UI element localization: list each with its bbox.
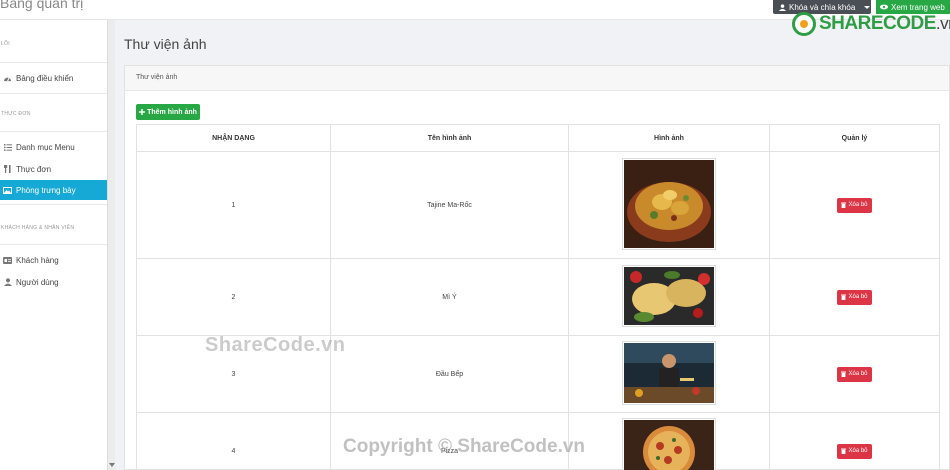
add-image-label: Thêm hình ảnh: [147, 108, 197, 116]
trash-icon: [841, 294, 847, 300]
cell-id: 2: [136, 258, 331, 336]
copyright-watermark: Copyright © ShareCode.vn: [343, 436, 586, 457]
sidebar-item-label: Khách hàng: [16, 255, 59, 265]
cell-actions: Xóa bỏ: [769, 335, 940, 413]
trash-icon: [841, 202, 847, 208]
sidebar-item-label: Người dùng: [16, 277, 59, 287]
divider: [0, 131, 107, 132]
table-header-row: NHẬN DẠNG Tên hình ảnh Hình ảnh Quản lý: [136, 124, 940, 152]
sidebar-item-menu[interactable]: Thực đơn: [0, 159, 107, 179]
delete-button[interactable]: Xóa bỏ: [837, 289, 872, 305]
scroll-down-arrow-icon[interactable]: [109, 463, 115, 467]
view-website-label: Xem trang web: [891, 2, 945, 12]
trash-icon: [841, 448, 847, 454]
chef-photo: [622, 341, 716, 405]
logo-text: SHARECODE.vn: [819, 13, 950, 34]
plus-icon: [139, 109, 146, 115]
brand-title[interactable]: Bảng quản trị: [0, 0, 83, 11]
cell-image: [568, 151, 770, 259]
sidebar-item-gallery[interactable]: Phòng trưng bày: [0, 180, 107, 200]
sharecode-watermark: ShareCode.vn: [205, 334, 346, 356]
delete-label: Xóa bỏ: [848, 371, 868, 377]
column-header-image-name: Tên hình ảnh: [330, 124, 569, 152]
add-image-button[interactable]: Thêm hình ảnh: [136, 104, 200, 120]
delete-label: Xóa bỏ: [848, 294, 868, 300]
cell-actions: Xóa bỏ: [769, 258, 940, 336]
divider: [0, 93, 107, 94]
cell-actions: Xóa bỏ: [769, 151, 940, 259]
card-header: Thư viện ảnh: [125, 66, 949, 91]
cell-id: 4: [136, 412, 331, 470]
lock-key-label: Khóa và chìa khóa: [789, 2, 856, 12]
cell-image-name: Tajine Ma-Rốc: [330, 151, 569, 259]
sidebar-item-users[interactable]: Người dùng: [0, 272, 107, 292]
sidebar-heading-customers-staff: KHÁCH HÀNG & NHÂN VIÊN: [1, 225, 75, 231]
cell-id: 1: [136, 151, 331, 259]
sidebar-item-menu-categories[interactable]: Danh mục Menu: [0, 137, 107, 157]
user-icon: [3, 278, 12, 287]
sharecode-logo: SHARECODE.vn: [792, 12, 950, 36]
image-icon: [3, 186, 12, 195]
sidebar-item-label: Bảng điều khiển: [16, 73, 74, 83]
sidebar-heading-menu: THỰC ĐƠN: [1, 111, 31, 117]
column-header-image: Hình ảnh: [568, 124, 770, 152]
column-header-manage: Quản lý: [769, 124, 940, 152]
sidebar-item-label: Phòng trưng bày: [16, 185, 76, 195]
cell-image: [568, 258, 770, 336]
cell-image-name: Mì Ý: [330, 258, 569, 336]
pasta-photo: [622, 265, 716, 327]
sidebar-item-label: Danh mục Menu: [16, 142, 75, 152]
list-icon: [3, 143, 12, 152]
sidebar-item-dashboard[interactable]: Bảng điều khiển: [0, 68, 107, 88]
trash-icon: [841, 371, 847, 377]
column-header-id: NHẬN DẠNG: [136, 124, 331, 152]
delete-button[interactable]: Xóa bỏ: [837, 443, 872, 459]
user-icon: [779, 3, 786, 11]
divider: [0, 244, 107, 245]
delete-label: Xóa bỏ: [848, 448, 868, 454]
divider: [0, 204, 107, 205]
cell-image: [568, 412, 770, 470]
sidebar-item-label: Thực đơn: [16, 164, 52, 174]
sidebar-item-customers[interactable]: Khách hàng: [0, 250, 107, 270]
table-row: 1 Tajine Ma-Rốc Xóa bỏ: [136, 151, 940, 259]
logo-icon: [792, 12, 816, 36]
sidebar-heading-core: LÕI: [1, 41, 10, 47]
gallery-card: Thư viện ảnh Thêm hình ảnh NHẬN DẠNG Tên…: [124, 65, 950, 470]
dashboard-icon: [3, 74, 12, 83]
tagine-photo: [622, 158, 716, 250]
pizza-photo: [622, 418, 716, 470]
delete-button[interactable]: Xóa bỏ: [837, 197, 872, 213]
eye-icon: [880, 4, 888, 10]
cell-actions: Xóa bỏ: [769, 412, 940, 470]
delete-label: Xóa bỏ: [848, 202, 868, 208]
chevron-down-icon: [864, 5, 871, 9]
divider: [0, 62, 107, 63]
id-card-icon: [3, 256, 12, 265]
cell-image-name: Đầu Bếp: [330, 335, 569, 413]
sidebar-scrollbar[interactable]: [107, 20, 115, 470]
utensils-icon: [3, 165, 12, 174]
table-row: 2 Mì Ý Xóa bỏ: [136, 258, 940, 336]
gallery-table: NHẬN DẠNG Tên hình ảnh Hình ảnh Quản lý …: [136, 124, 940, 470]
delete-button[interactable]: Xóa bỏ: [837, 366, 872, 382]
cell-image: [568, 335, 770, 413]
sidebar: LÕI Bảng điều khiển THỰC ĐƠN Danh mục Me…: [0, 20, 107, 470]
page-title: Thư viện ảnh: [124, 36, 207, 52]
